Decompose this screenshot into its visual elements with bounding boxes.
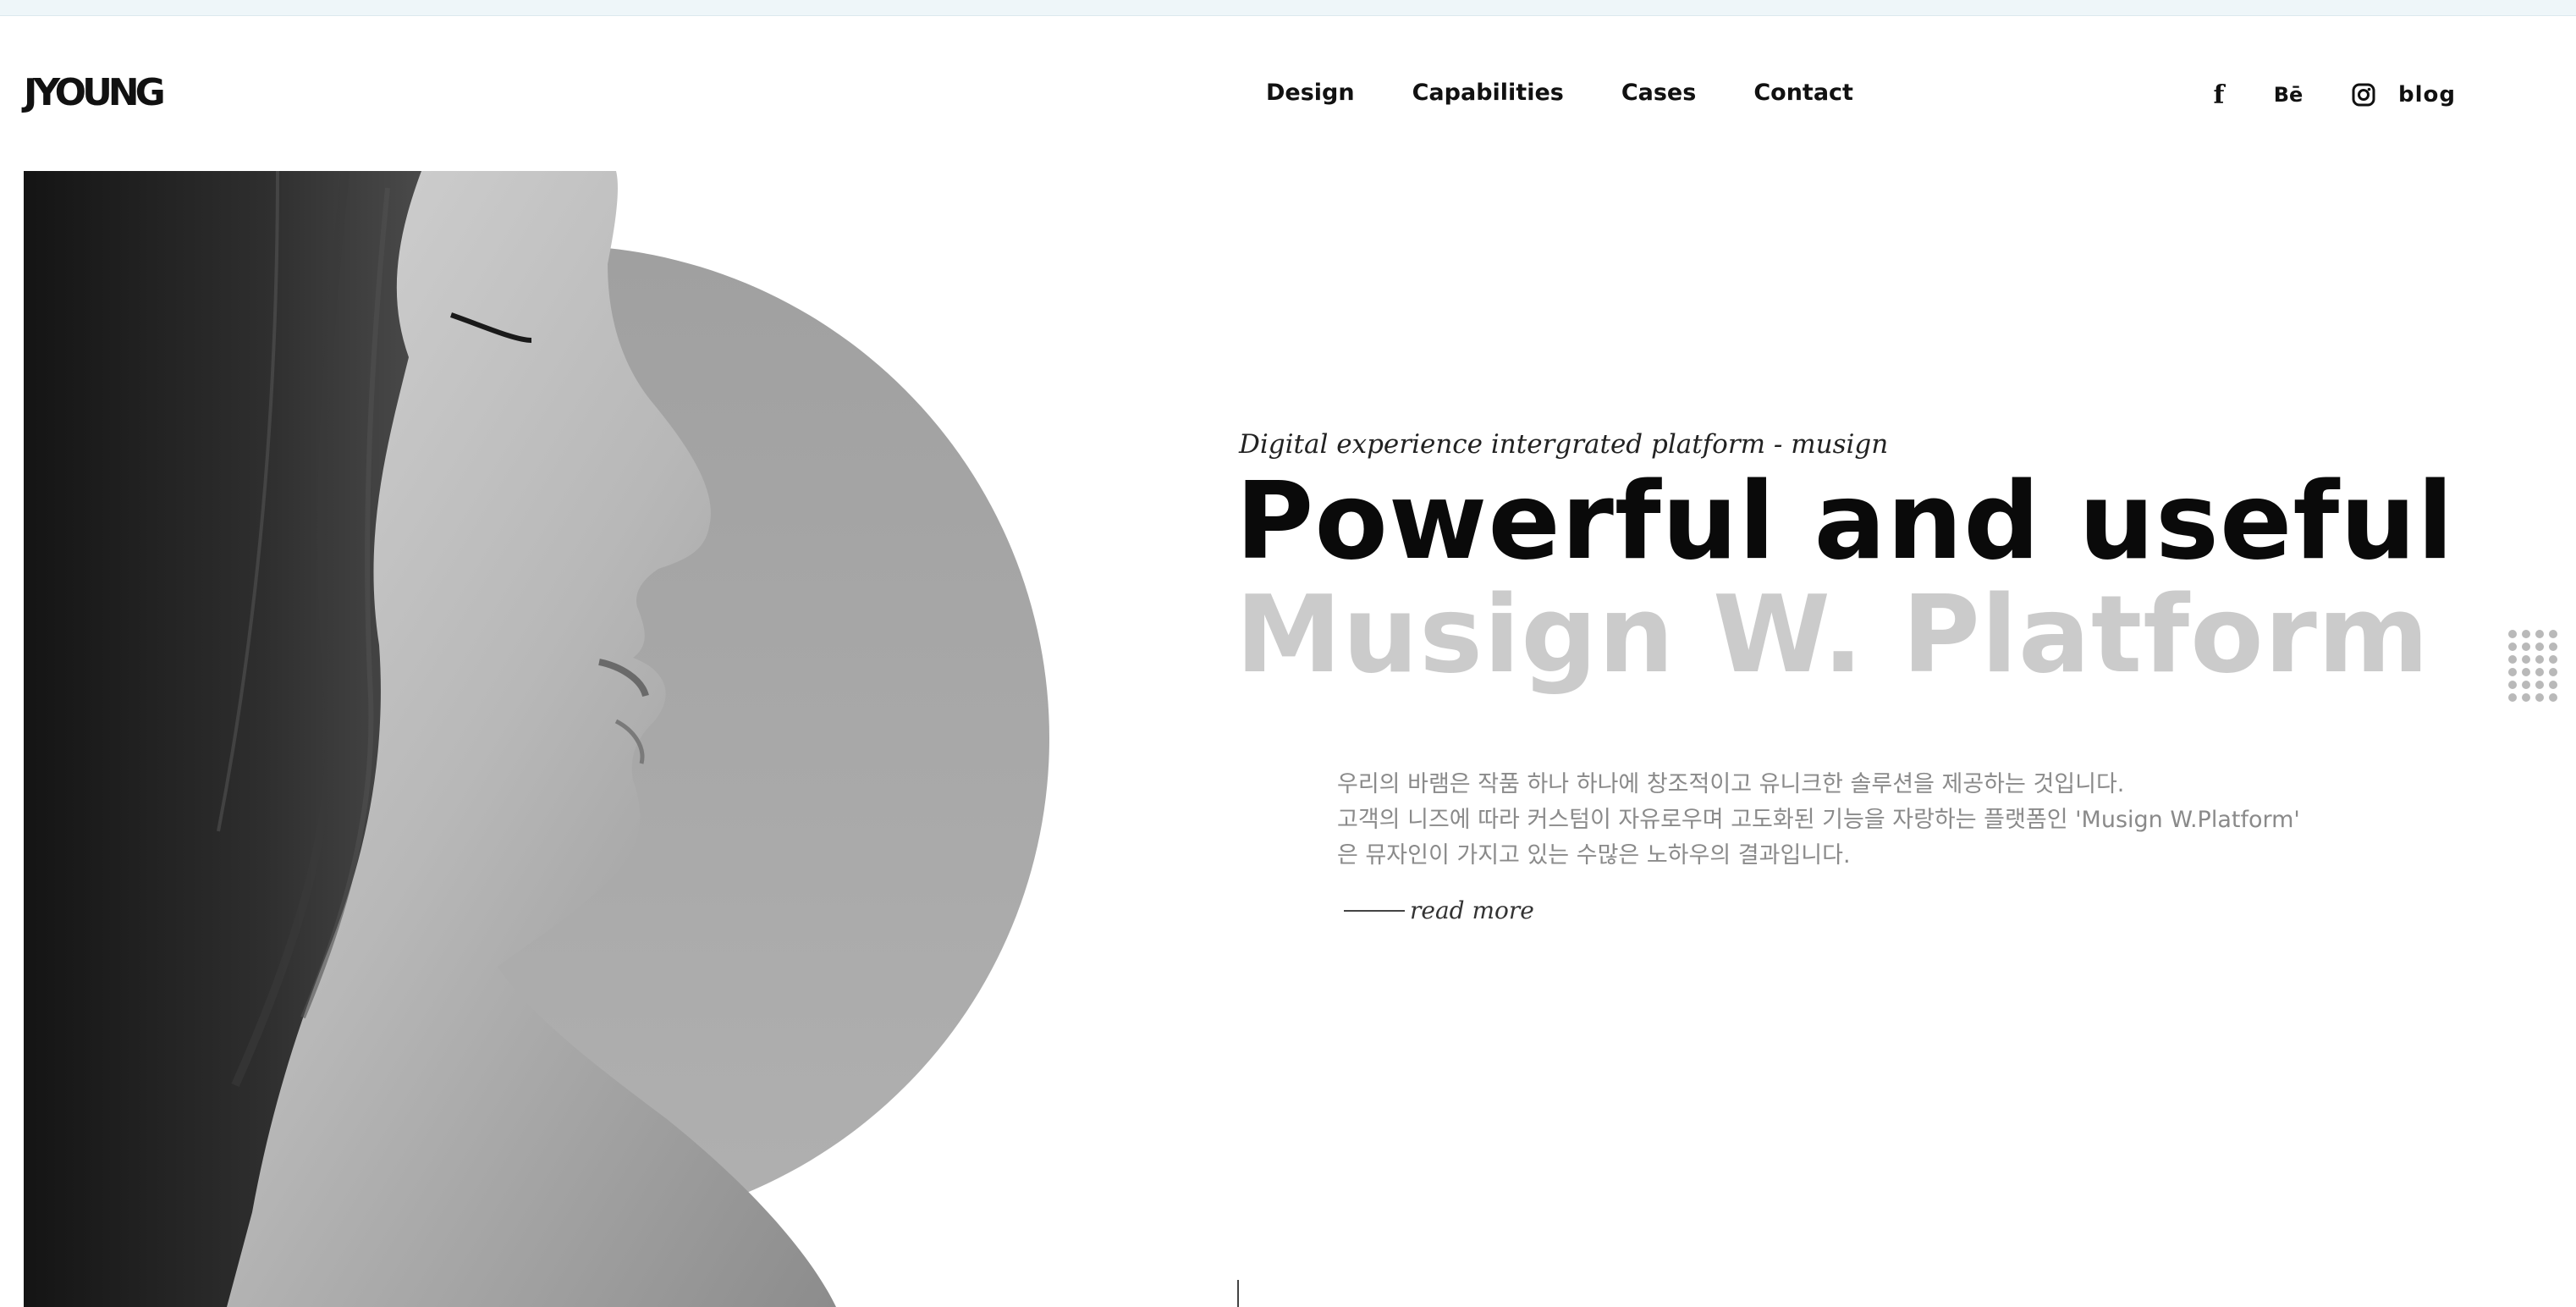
- dot-grid-menu-icon[interactable]: [2508, 630, 2557, 703]
- scroll-indicator: [1237, 1280, 1239, 1307]
- read-more-link[interactable]: read more: [1344, 894, 1534, 928]
- site-logo[interactable]: JYOUNG: [24, 69, 166, 117]
- hero-description-line: 은 뮤자인이 가지고 있는 수많은 노하우의 결과입니다.: [1337, 842, 1851, 869]
- hero-description-line: 고객의 니즈에 따라 커스텀이 자유로우며 고도화된 기능을 자랑하는 플랫폼인…: [1337, 807, 2300, 833]
- hero-headline-primary: Powerful and useful: [1236, 459, 2455, 583]
- nav-item-capabilities[interactable]: Capabilities: [1412, 74, 1564, 112]
- main-nav: Design Capabilities Cases Contact: [1266, 74, 1911, 112]
- facebook-icon[interactable]: f: [2207, 78, 2231, 112]
- behance-icon[interactable]: Bē: [2271, 78, 2305, 112]
- hero-headline-secondary: Musign W. Platform: [1236, 572, 2430, 697]
- hero-description-line: 우리의 바램은 작품 하나 하나에 창조적이고 유니크한 솔루션을 제공하는 것…: [1337, 771, 2125, 797]
- nav-item-design[interactable]: Design: [1266, 74, 1355, 112]
- nav-item-cases[interactable]: Cases: [1621, 74, 1697, 112]
- blog-link[interactable]: blog: [2398, 78, 2455, 112]
- hero-portrait-image: [24, 171, 1058, 1307]
- browser-top-strip: [0, 0, 2576, 16]
- nav-item-contact[interactable]: Contact: [1753, 74, 1853, 112]
- read-more-label: read more: [1410, 896, 1534, 924]
- instagram-icon[interactable]: [2349, 78, 2378, 112]
- read-more-line: [1344, 910, 1405, 912]
- hero-description: 우리의 바램은 작품 하나 하나에 창조적이고 유니크한 솔루션을 제공하는 것…: [1337, 767, 2403, 874]
